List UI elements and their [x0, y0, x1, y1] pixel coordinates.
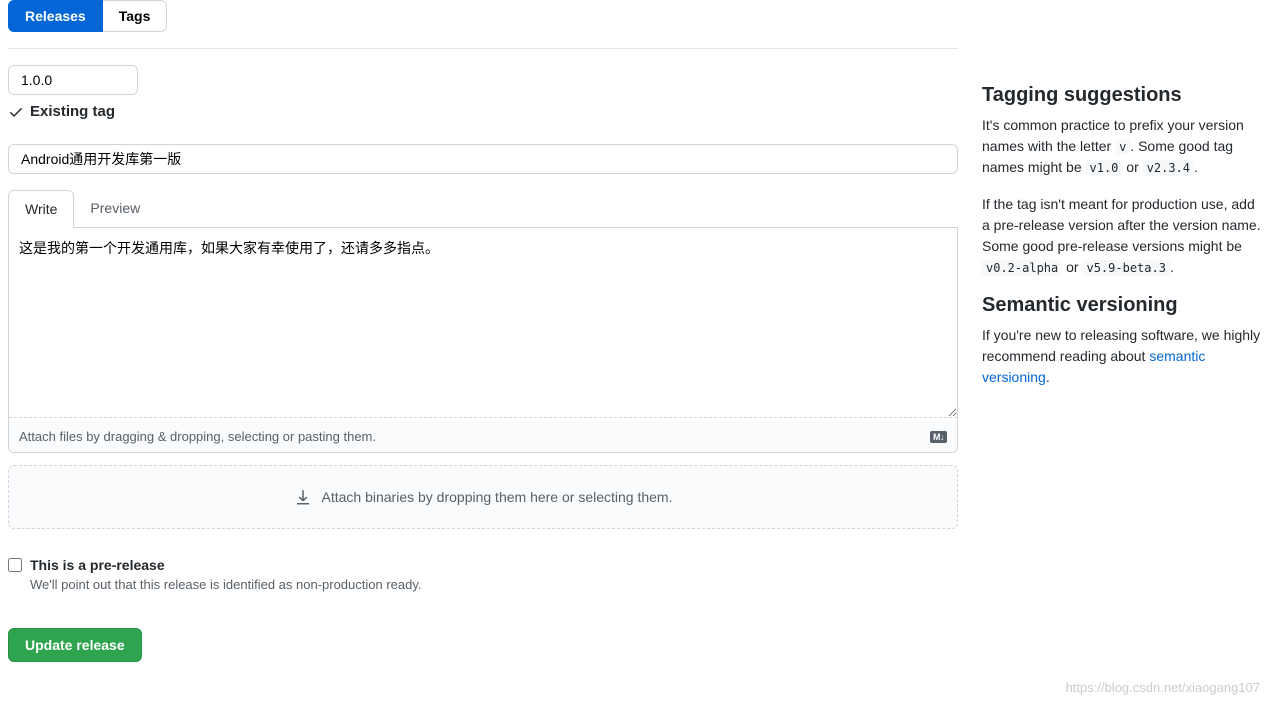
- tagging-suggestions-heading: Tagging suggestions: [982, 84, 1262, 107]
- prerelease-section: This is a pre-release We'll point out th…: [8, 557, 958, 592]
- release-description-textarea[interactable]: [9, 228, 957, 418]
- check-icon: [8, 104, 24, 120]
- markdown-icon: M↓: [930, 431, 947, 443]
- editor-body: Attach files by dragging & dropping, sel…: [8, 228, 958, 453]
- existing-tag-label: Existing tag: [30, 103, 115, 120]
- semantic-versioning-para: If you're new to releasing software, we …: [982, 325, 1262, 388]
- release-title-input[interactable]: [8, 144, 958, 174]
- prerelease-description: We'll point out that this release is ide…: [30, 577, 958, 592]
- prerelease-checkbox-label[interactable]: This is a pre-release: [8, 557, 958, 573]
- watermark: https://blog.csdn.net/xiaogang107: [1066, 680, 1260, 695]
- tab-releases[interactable]: Releases: [8, 0, 103, 32]
- existing-tag-indicator: Existing tag: [8, 103, 958, 120]
- tab-tags[interactable]: Tags: [103, 0, 168, 32]
- prerelease-label-text: This is a pre-release: [30, 557, 165, 573]
- update-release-button[interactable]: Update release: [8, 628, 142, 662]
- attach-binaries-dropzone[interactable]: Attach binaries by dropping them here or…: [8, 465, 958, 529]
- download-arrow-icon: [294, 488, 312, 506]
- release-tag-nav: Releases Tags: [8, 0, 958, 49]
- sidebar: Tagging suggestions It's common practice…: [982, 0, 1262, 662]
- tagging-suggestions-para-1: It's common practice to prefix your vers…: [982, 115, 1262, 178]
- tag-version-input[interactable]: [8, 65, 138, 95]
- prerelease-checkbox[interactable]: [8, 558, 22, 572]
- semantic-versioning-heading: Semantic versioning: [982, 294, 1262, 317]
- drop-zone-text: Attach binaries by dropping them here or…: [322, 489, 673, 505]
- tab-preview[interactable]: Preview: [74, 190, 156, 227]
- tagging-suggestions-para-2: If the tag isn't meant for production us…: [982, 194, 1262, 278]
- editor-tab-nav: Write Preview: [8, 190, 958, 228]
- attach-hint-text: Attach files by dragging & dropping, sel…: [19, 429, 376, 444]
- tab-write[interactable]: Write: [8, 190, 74, 228]
- attach-files-hint[interactable]: Attach files by dragging & dropping, sel…: [9, 421, 957, 452]
